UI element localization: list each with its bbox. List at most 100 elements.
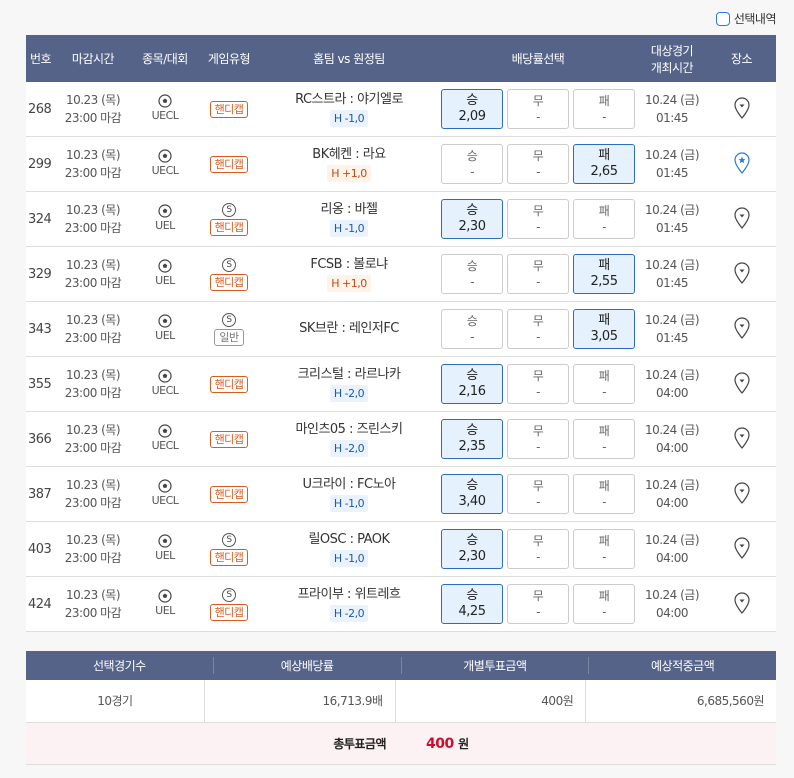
map-pin-icon[interactable] — [733, 591, 750, 614]
match-time: 10.24 (금) 01:45 — [644, 258, 700, 290]
col-odds: 배당률선택 — [511, 52, 565, 66]
deadline: 10.23 (목) 23:00 마감 — [64, 478, 122, 510]
odds-draw-button[interactable]: 무- — [507, 144, 569, 184]
deadline: 10.23 (목) 23:00 마감 — [64, 368, 122, 400]
handicap-value: H +1,0 — [327, 164, 371, 182]
odds-draw-button[interactable]: 무- — [507, 474, 569, 514]
odds-win-button[interactable]: 승 2,30 — [441, 529, 503, 569]
odds-lose-button[interactable]: 패 3,05 — [573, 309, 635, 349]
map-pin-star-icon[interactable] — [733, 151, 750, 174]
odds-lose-button[interactable]: 패- — [573, 584, 635, 624]
teams: 릴OSC : PAOK H -1,0 — [308, 531, 390, 567]
odds-win-button[interactable]: 승- — [441, 254, 503, 294]
total-amount: 400 원 — [426, 736, 469, 752]
league: UEL — [131, 314, 199, 344]
league: UEL — [131, 204, 199, 234]
soccer-ball-icon — [158, 314, 172, 328]
odds-lose-button[interactable]: 패- — [573, 364, 635, 404]
game-number: 387 — [28, 486, 52, 502]
odds-selector: 승 2,30 무 - 패 - — [439, 199, 637, 239]
teams: SK브란 : 레인저FC — [299, 321, 399, 336]
odds-win-button[interactable]: 승 2,09 — [441, 89, 503, 129]
odds-lose-button[interactable]: 패- — [573, 474, 635, 514]
league: UECL — [131, 149, 199, 179]
map-pin-icon[interactable] — [733, 206, 750, 229]
odds-lose-button[interactable]: 패- — [573, 529, 635, 569]
game-type: 핸디캡 — [199, 485, 259, 503]
game-type: S 핸디캡 — [199, 257, 259, 291]
game-type-badge: 핸디캡 — [209, 485, 249, 503]
deadline: 10.23 (목) 23:00 마감 — [64, 258, 122, 290]
teams: BK헤켄 : 라요 H +1,0 — [312, 146, 386, 182]
teams: RC스트라 : 야기엘로 H -1,0 — [295, 91, 403, 127]
soccer-ball-icon — [158, 259, 172, 273]
league: UEL — [131, 589, 199, 619]
map-pin-icon[interactable] — [733, 536, 750, 559]
odds-selector: 승 3,40 무 - 패 - — [439, 474, 637, 514]
table-row: 343 10.23 (목) 23:00 마감 UEL S 일반 SK브란 : 레인저… — [26, 302, 776, 357]
game-type: S 핸디캡 — [199, 202, 259, 236]
league: UECL — [131, 94, 199, 124]
deadline: 10.23 (목) 23:00 마감 — [64, 148, 122, 180]
summary-header-games: 선택경기수 — [26, 657, 214, 674]
summary-header-odds: 예상배당률 — [214, 657, 402, 674]
game-type-badge: 핸디캡 — [209, 548, 249, 566]
odds-draw-button[interactable]: 무- — [507, 254, 569, 294]
teams: 마인츠05 : 즈린스키 H -2,0 — [295, 421, 403, 457]
odds-selector: 승 4,25 무 - 패 - — [439, 584, 637, 624]
league: UECL — [131, 424, 199, 454]
selection-checkbox[interactable] — [715, 11, 730, 26]
summary-stake: 400원 — [396, 679, 587, 723]
summary-payout: 6,685,560원 — [696, 693, 765, 708]
odds-draw-button[interactable]: 무- — [507, 364, 569, 404]
map-pin-icon[interactable] — [733, 96, 750, 119]
game-type-badge: 핸디캡 — [209, 375, 249, 393]
soccer-ball-icon — [158, 149, 172, 163]
odds-draw-button[interactable]: 무- — [507, 529, 569, 569]
odds-win-button[interactable]: 승 2,16 — [441, 364, 503, 404]
odds-win-button[interactable]: 승 4,25 — [441, 584, 503, 624]
map-pin-icon[interactable] — [733, 261, 750, 284]
league: UEL — [131, 259, 199, 289]
odds-win-button[interactable]: 승 3,40 — [441, 474, 503, 514]
map-pin-icon[interactable] — [733, 371, 750, 394]
map-pin-icon[interactable] — [733, 426, 750, 449]
teams: 프라이부 : 위트레흐 H -2,0 — [297, 586, 401, 622]
deadline: 10.23 (목) 23:00 마감 — [64, 588, 122, 620]
odds-win-button[interactable]: 승 2,30 — [441, 199, 503, 239]
odds-draw-button[interactable]: 무- — [507, 584, 569, 624]
odds-draw-button[interactable]: 무- — [507, 419, 569, 459]
odds-win-button[interactable]: 승- — [441, 309, 503, 349]
table-row: 355 10.23 (목) 23:00 마감 UECL 핸디캡 크리스털 : 라르… — [26, 357, 776, 412]
odds-lose-button[interactable]: 패 2,65 — [573, 144, 635, 184]
odds-lose-button[interactable]: 패 2,55 — [573, 254, 635, 294]
selection-toggle[interactable]: 선택내역 — [715, 10, 777, 27]
game-number: 343 — [28, 321, 52, 337]
handicap-value: H -2,0 — [329, 384, 369, 402]
summary-header-stake: 개별투표금액 — [402, 657, 590, 674]
odds-lose-button[interactable]: 패- — [573, 419, 635, 459]
odds-selector: 승 - 무 - 패 2,55 — [439, 254, 637, 294]
game-number: 403 — [28, 541, 52, 557]
venue — [707, 316, 776, 342]
soccer-ball-icon — [158, 589, 172, 603]
odds-lose-button[interactable]: 패- — [573, 89, 635, 129]
deadline: 10.23 (목) 23:00 마감 — [64, 423, 122, 455]
odds-selector: 승 - 무 - 패 3,05 — [439, 309, 637, 349]
handicap-value: H +1,0 — [327, 274, 371, 292]
handicap-value: H -1,0 — [329, 494, 369, 512]
odds-win-button[interactable]: 승 2,35 — [441, 419, 503, 459]
game-number: 324 — [28, 211, 52, 227]
game-type: 핸디캡 — [199, 430, 259, 448]
game-type: S 일반 — [199, 312, 259, 346]
map-pin-icon[interactable] — [733, 316, 750, 339]
total-label: 총투표금액 — [333, 737, 387, 751]
odds-win-button[interactable]: 승- — [441, 144, 503, 184]
map-pin-icon[interactable] — [733, 481, 750, 504]
game-type-badge: 핸디캡 — [209, 430, 249, 448]
odds-draw-button[interactable]: 무- — [507, 309, 569, 349]
odds-lose-button[interactable]: 패- — [573, 199, 635, 239]
odds-draw-button[interactable]: 무- — [507, 89, 569, 129]
odds-draw-button[interactable]: 무- — [507, 199, 569, 239]
venue — [707, 206, 776, 232]
